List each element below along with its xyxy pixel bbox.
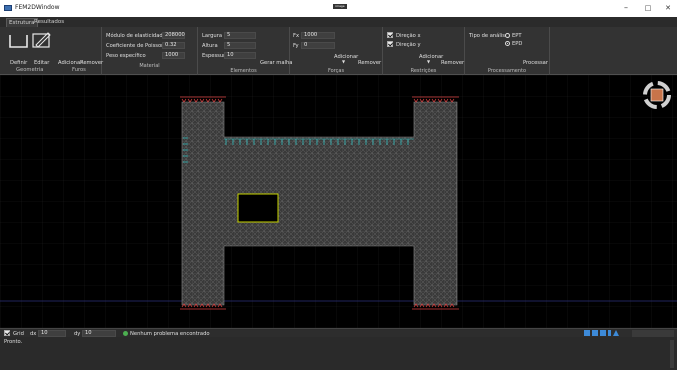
console-scrollbar[interactable] [670,340,674,368]
maximize-button[interactable]: □ [641,2,655,14]
hole [237,193,279,223]
mesh-canvas[interactable] [0,75,677,328]
generate-mesh-button[interactable]: Gerar malha [260,60,292,66]
dy-field[interactable]: 10 [82,330,116,337]
group-label-elementos: Elementos [230,68,257,74]
edit-button[interactable]: Editar [34,60,49,66]
direction-x-label: Direção x [396,33,421,39]
group-label-furos: Furos [72,67,86,73]
direction-y-label: Direção y [396,42,421,48]
group-label-processamento: Processamento [487,68,527,74]
grid-icon[interactable] [600,330,606,336]
remove-hole-button[interactable]: Remover [80,60,103,66]
specific-weight-field[interactable]: 1000 [162,52,185,59]
dx-field[interactable]: 10 [38,330,66,337]
status-ok-icon [123,331,128,336]
group-elementos: Largura 5 Altura 5 Espessura 10 Gerar ma… [198,27,292,75]
checkbox-direction-y[interactable] [387,41,393,47]
add-restriction-button[interactable]: Adicionar [419,54,443,60]
console-text: Pronto. [4,339,23,345]
add-force-button[interactable]: Adicionar [334,54,358,60]
flag-icon[interactable] [584,330,590,336]
epd-label: EPD [512,41,523,47]
radio-epd[interactable] [505,41,510,46]
group-label-material: Material [139,63,160,69]
width-field[interactable]: 5 [224,32,256,39]
minimize-button[interactable]: – [619,2,633,14]
define-geometry-icon[interactable] [9,31,29,49]
ept-label: EPT [512,33,522,39]
ribbon: Definir Editar Adicionar Remover Geometr… [0,27,677,75]
poisson-label: Coeficiente de Poisson [106,43,165,49]
window-title: FEM2DWindow [15,4,60,11]
analysis-type-label: Tipo de análise [469,33,509,39]
add-force-dropdown-icon[interactable]: ▼ [342,59,345,64]
height-field[interactable]: 5 [224,42,256,49]
force-icon[interactable] [608,330,611,336]
group-label-restricoes: Restrições [410,68,437,74]
checkbox-grid[interactable] [4,330,10,336]
radio-ept[interactable] [505,33,510,38]
thickness-field[interactable]: 10 [224,52,256,59]
fx-field[interactable]: 1000 [301,32,335,39]
fy-label: Fy [293,43,299,49]
specific-weight-label: Peso específico [106,53,146,59]
center-tag: image [333,4,347,9]
fy-field[interactable]: 0 [301,42,335,49]
group-restricoes: Direção x Direção y Adicionar ▼ Remover … [383,27,465,75]
console-panel: Pronto. [0,337,677,370]
title-bar: FEM2DWindow image – □ ✕ [0,0,677,17]
support-icon[interactable] [613,330,619,336]
remove-restriction-button[interactable]: Remover [441,60,464,66]
group-geometria: Definir Editar Adicionar Remover Geometr… [0,27,103,75]
add-restriction-dropdown-icon[interactable]: ▼ [427,59,430,64]
elasticity-field[interactable]: 208000 [162,32,185,39]
progress-bar [632,330,674,337]
add-hole-button[interactable]: Adicionar [58,60,82,66]
height-label: Altura [202,43,218,49]
app-icon [4,5,12,11]
process-button[interactable]: Processar [523,60,548,66]
status-icons [584,330,621,337]
elasticity-label: Módulo de elasticidade [106,33,166,39]
remove-force-button[interactable]: Remover [358,60,381,66]
poisson-field[interactable]: 0.32 [162,42,185,49]
close-button[interactable]: ✕ [661,2,675,14]
group-label-geometria: Geometria [16,67,44,73]
group-forcas: Fx 1000 Fy 0 Adicionar ▼ Remover Forças [290,27,383,75]
width-label: Largura [202,33,223,39]
status-bar: Grid dx 10 dy 10 Nenhum problema encontr… [0,328,677,337]
edit-geometry-icon[interactable] [32,31,52,49]
checkbox-direction-x[interactable] [387,32,393,38]
mesh-drawing [0,75,677,328]
tab-resultados[interactable]: Resultados [32,18,66,27]
define-button[interactable]: Definir [10,60,27,66]
shape-icon[interactable] [592,330,598,336]
tab-bar: Estrutura Resultados [0,17,677,27]
fx-label: Fx [293,33,300,39]
group-material: Módulo de elasticidade 208000 Coeficient… [102,27,198,75]
group-label-forcas: Forças [327,68,345,74]
group-processamento: Tipo de análise EPT EPD Processar Proces… [465,27,550,75]
